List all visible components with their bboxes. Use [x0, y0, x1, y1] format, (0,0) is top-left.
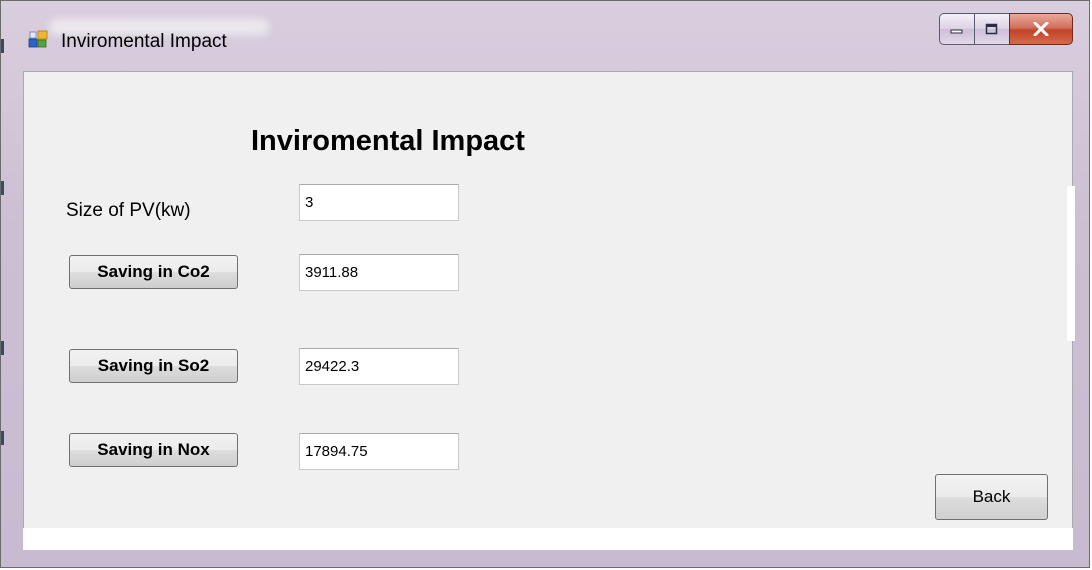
caption-buttons — [939, 13, 1073, 49]
maximize-button[interactable] — [974, 13, 1009, 45]
close-button[interactable] — [1009, 13, 1073, 45]
pv-size-input[interactable]: 3 — [299, 184, 459, 221]
app-window: Inviromental Impact Inviromental Impact … — [0, 0, 1090, 568]
window-edge-mark — [1, 181, 4, 195]
minimize-button[interactable] — [939, 13, 974, 45]
minimize-icon — [950, 29, 963, 34]
close-icon — [1033, 22, 1049, 36]
form-bottom-strip — [23, 528, 1073, 550]
form-client-area — [23, 71, 1073, 550]
window-title: Inviromental Impact — [61, 31, 227, 52]
co2-saving-field[interactable]: 3911.88 — [299, 254, 459, 291]
back-button[interactable]: Back — [935, 474, 1048, 520]
form-heading: Inviromental Impact — [251, 125, 525, 157]
saving-nox-button[interactable]: Saving in Nox — [69, 433, 238, 467]
nox-saving-field[interactable]: 17894.75 — [299, 433, 459, 470]
so2-saving-field[interactable]: 29422.3 — [299, 348, 459, 385]
scroll-strip — [1067, 186, 1075, 341]
window-edge-mark — [1, 341, 4, 355]
maximize-icon — [985, 23, 998, 35]
saving-so2-button[interactable]: Saving in So2 — [69, 349, 238, 383]
pv-size-label: Size of PV(kw) — [66, 200, 191, 221]
title-bar[interactable]: Inviromental Impact — [1, 1, 1089, 52]
window-edge-mark — [1, 431, 4, 445]
saving-co2-button[interactable]: Saving in Co2 — [69, 255, 238, 289]
app-form-icon — [28, 30, 48, 48]
